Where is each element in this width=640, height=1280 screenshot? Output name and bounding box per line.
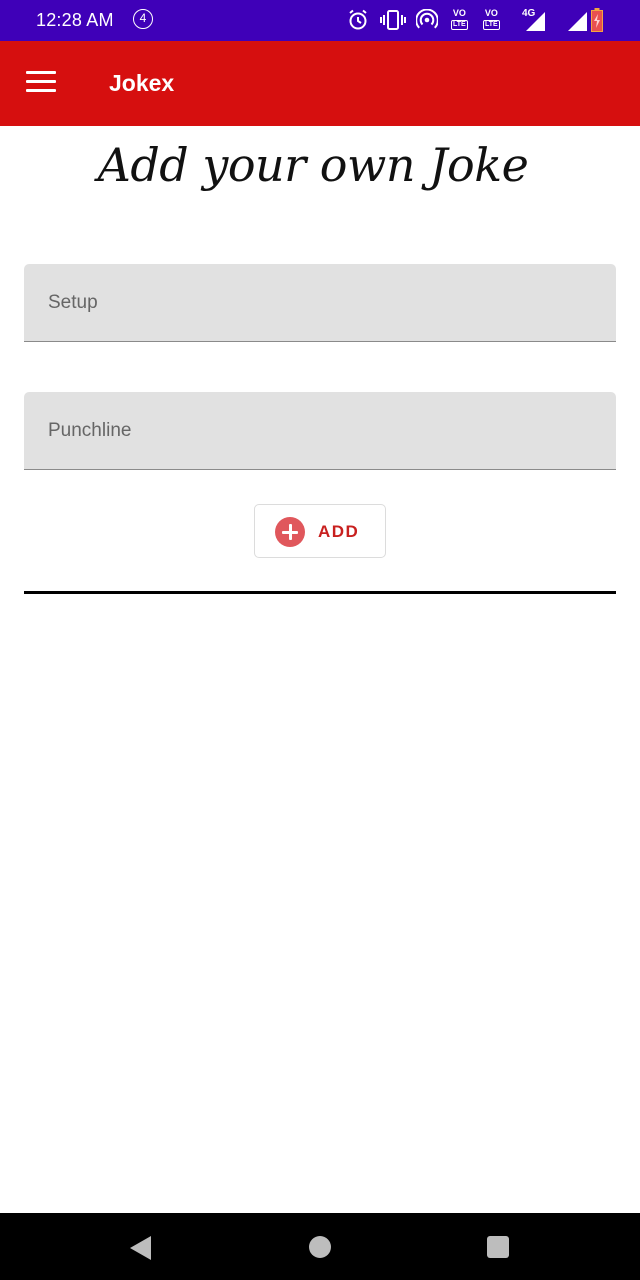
add-button-label: ADD <box>318 522 360 541</box>
hamburger-menu-icon <box>26 89 56 92</box>
setup-field[interactable] <box>24 264 616 342</box>
setup-input[interactable] <box>24 264 616 341</box>
signal-icon <box>568 12 587 31</box>
divider <box>24 591 616 594</box>
volte-sub-label: LTE <box>451 20 468 30</box>
vibrate-icon <box>380 10 406 30</box>
app-bar: Jokex <box>0 41 640 126</box>
volte-label: VO <box>452 8 466 18</box>
hamburger-menu-icon <box>26 71 56 74</box>
add-button[interactable]: ADD <box>254 504 386 558</box>
volte-icon: VO LTE <box>483 9 500 30</box>
recents-icon[interactable] <box>487 1236 509 1258</box>
signal-icon <box>526 12 545 31</box>
punchline-field[interactable] <box>24 392 616 470</box>
page-heading: Add your own Joke <box>97 138 529 192</box>
status-bar: 12:28 AM 4 VO LTE VO LTE 4G <box>0 0 640 41</box>
volte-label: VO <box>484 8 498 18</box>
battery-charging-icon <box>591 8 603 32</box>
hamburger-menu-icon <box>26 80 56 83</box>
punchline-input[interactable] <box>24 392 616 469</box>
app-title: Jokex <box>109 70 175 96</box>
home-icon[interactable] <box>309 1236 331 1258</box>
navigation-bar <box>0 1213 640 1280</box>
volte-icon: VO LTE <box>451 9 468 30</box>
volte-sub-label: LTE <box>483 20 500 30</box>
hotspot-icon <box>416 9 438 29</box>
alarm-icon <box>349 9 367 30</box>
menu-button[interactable] <box>26 71 58 97</box>
back-icon[interactable] <box>130 1236 151 1260</box>
status-time: 12:28 AM <box>36 10 114 30</box>
plus-circle-icon <box>275 517 305 547</box>
notification-count-badge: 4 <box>133 9 153 29</box>
